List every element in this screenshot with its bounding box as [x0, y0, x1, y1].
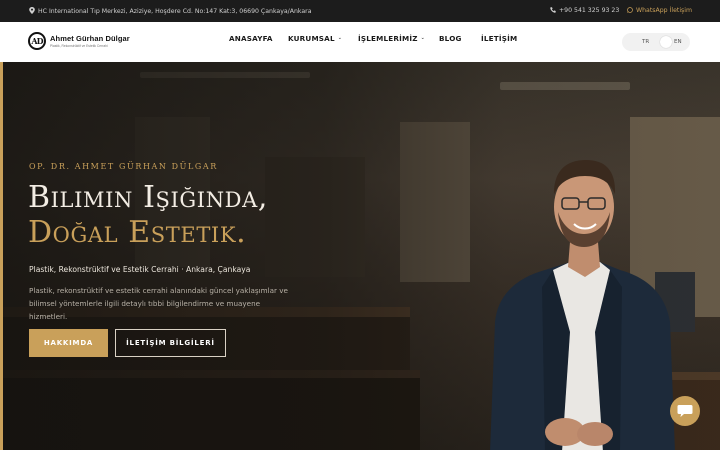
site-logo[interactable]: AD Ahmet Gürhan Dülgar Plastik, Rekonstr… [28, 32, 130, 50]
phone-number: +90 541 325 93 23 [559, 7, 620, 15]
nav-item-kurumsal[interactable]: KURUMSAL ⌄ [288, 34, 342, 43]
hero-eyebrow: OP. DR. AHMET GÜRHAN DÜLGAR [29, 162, 218, 171]
site-header: AD Ahmet Gürhan Dülgar Plastik, Rekonstr… [0, 22, 720, 62]
whatsapp-link[interactable]: WhatsApp İletişim [627, 7, 692, 15]
nav-item-anasayfa[interactable]: ANASAYFA [229, 34, 273, 43]
chevron-down-icon: ⌄ [337, 35, 343, 41]
language-option-en[interactable]: EN [674, 39, 682, 45]
nav-item-label: ANASAYFA [229, 33, 273, 43]
logo-text: Ahmet Gürhan Dülgar Plastik, Rekonstrükt… [50, 34, 130, 48]
chevron-down-icon: ⌄ [420, 35, 426, 41]
chat-bubble-icon [677, 405, 693, 417]
phone-link[interactable]: +90 541 325 93 23 [550, 7, 619, 15]
doctor-portrait [490, 160, 675, 450]
language-toggle[interactable]: TR EN [622, 33, 690, 51]
logo-tagline: Plastik, Rekonstrüktif ve Estetik Cerrah… [50, 44, 108, 48]
hero-description-line1: Plastik, rekonstrüktif ve estetik cerrah… [29, 286, 288, 295]
hero-description-line2: bilimsel yöntemlerle ilgili detaylı tıbb… [29, 299, 261, 321]
hero-description: Plastik, rekonstrüktif ve estetik cerrah… [29, 284, 299, 323]
hero-headline-line1: Bilimin Işığında, [28, 180, 269, 215]
nav-item-islemlerimiz[interactable]: İŞLEMLERİMİZ ⌄ [358, 34, 425, 43]
nav-item-label: İLETİŞİM [481, 33, 518, 43]
phone-icon [550, 7, 556, 15]
address-text: HC International Tıp Merkezi, Aziziye, H… [38, 7, 312, 15]
nav-item-label: KURUMSAL [288, 33, 335, 43]
whatsapp-icon [627, 7, 633, 15]
language-option-tr[interactable]: TR [642, 39, 649, 45]
contact-info-button[interactable]: İLETİŞİM BİLGİLERİ [115, 329, 226, 357]
nav-item-iletisim[interactable]: İLETİŞİM [481, 34, 517, 43]
hero-accent-edge [0, 62, 3, 450]
hero-subtitle: Plastik, Rekonstrüktif ve Estetik Cerrah… [29, 265, 251, 274]
top-info-bar: HC International Tıp Merkezi, Aziziye, H… [0, 0, 720, 22]
address: HC International Tıp Merkezi, Aziziye, H… [29, 7, 312, 16]
chat-button[interactable] [670, 396, 700, 426]
map-pin-icon [29, 7, 35, 16]
about-button[interactable]: HAKKIMDA [29, 329, 108, 357]
nav-item-blog[interactable]: BLOG [439, 34, 462, 43]
logo-mark: AD [28, 32, 46, 50]
hero-headline-line2: Doğal Estetik. [28, 215, 247, 250]
logo-name: Ahmet Gürhan Dülgar [50, 34, 130, 43]
nav-item-label: İŞLEMLERİMİZ [358, 33, 418, 43]
hero-section: OP. DR. AHMET GÜRHAN DÜLGAR Bilimin Işığ… [0, 62, 720, 450]
language-toggle-knob [660, 36, 672, 48]
nav-item-label: BLOG [439, 33, 462, 43]
whatsapp-text: WhatsApp İletişim [636, 7, 693, 15]
